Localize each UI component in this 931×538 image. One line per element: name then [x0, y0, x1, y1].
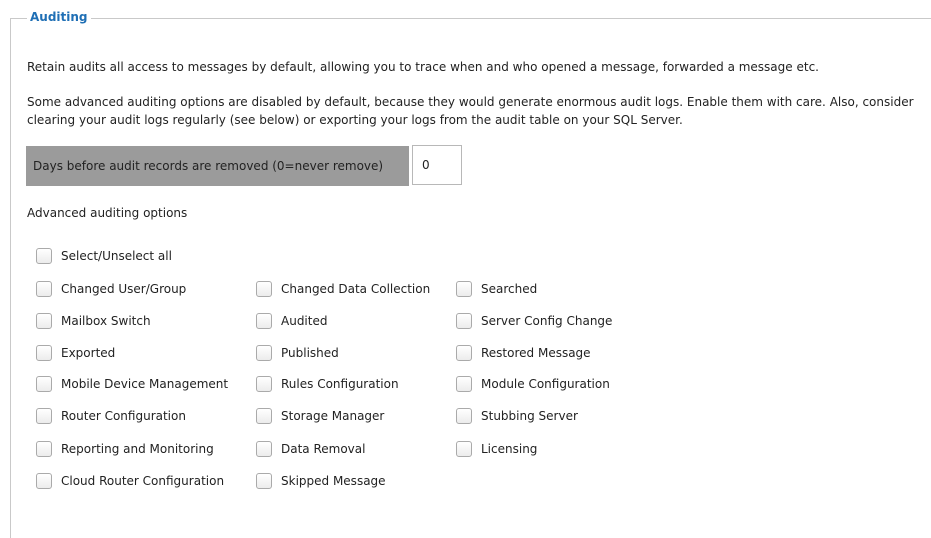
checkbox-label: Server Config Change — [481, 314, 613, 328]
checkbox-box[interactable] — [256, 281, 272, 297]
checkbox-label: Rules Configuration — [281, 377, 399, 391]
option-cloud-router-configuration[interactable]: Cloud Router Configuration — [36, 471, 224, 491]
checkbox-label: Licensing — [481, 442, 538, 456]
option-exported[interactable]: Exported — [36, 343, 115, 363]
checkbox-box[interactable] — [36, 376, 52, 392]
checkbox-label: Reporting and Monitoring — [61, 442, 214, 456]
checkbox-box[interactable] — [36, 408, 52, 424]
option-stubbing-server[interactable]: Stubbing Server — [456, 406, 578, 426]
retention-days-input[interactable] — [412, 145, 462, 185]
checkbox-box[interactable] — [456, 281, 472, 297]
checkbox-label: Router Configuration — [61, 409, 186, 423]
option-storage-manager[interactable]: Storage Manager — [256, 406, 384, 426]
checkbox-box[interactable] — [256, 313, 272, 329]
option-skipped-message[interactable]: Skipped Message — [256, 471, 386, 491]
option-data-removal[interactable]: Data Removal — [256, 439, 365, 459]
option-rules-configuration[interactable]: Rules Configuration — [256, 374, 399, 394]
option-mobile-device-management[interactable]: Mobile Device Management — [36, 374, 228, 394]
option-module-configuration[interactable]: Module Configuration — [456, 374, 610, 394]
option-licensing[interactable]: Licensing — [456, 439, 537, 459]
checkbox-label: Cloud Router Configuration — [61, 474, 225, 488]
checkbox-label: Restored Message — [481, 346, 591, 360]
option-router-configuration[interactable]: Router Configuration — [36, 406, 186, 426]
advanced-description: Some advanced auditing options are disab… — [27, 95, 914, 127]
retain-description: Retain audits all access to messages by … — [27, 60, 819, 74]
option-searched[interactable]: Searched — [456, 279, 537, 299]
checkbox-box[interactable] — [36, 441, 52, 457]
option-changed-data-collection[interactable]: Changed Data Collection — [256, 279, 430, 299]
checkbox-label: Published — [281, 346, 339, 360]
section-legend: Auditing — [27, 10, 91, 24]
checkbox-label: Mailbox Switch — [61, 314, 151, 328]
checkbox-label: Mobile Device Management — [61, 377, 229, 391]
checkbox-label: Module Configuration — [481, 377, 610, 391]
checkbox-label: Storage Manager — [281, 409, 385, 423]
option-mailbox-switch[interactable]: Mailbox Switch — [36, 311, 151, 331]
checkbox-box[interactable] — [456, 313, 472, 329]
checkbox-box[interactable] — [456, 376, 472, 392]
checkbox-box[interactable] — [256, 441, 272, 457]
checkbox-box[interactable] — [36, 313, 52, 329]
checkbox-label: Exported — [61, 346, 116, 360]
option-restored-message[interactable]: Restored Message — [456, 343, 591, 363]
checkbox-label: Audited — [281, 314, 328, 328]
checkbox-box[interactable] — [36, 248, 52, 264]
checkbox-label: Changed Data Collection — [281, 282, 431, 296]
advanced-options-title: Advanced auditing options — [27, 206, 188, 220]
option-changed-user-group[interactable]: Changed User/Group — [36, 279, 186, 299]
checkbox-box[interactable] — [256, 408, 272, 424]
option-reporting-and-monitoring[interactable]: Reporting and Monitoring — [36, 439, 214, 459]
checkbox-box[interactable] — [256, 376, 272, 392]
checkbox-box[interactable] — [256, 473, 272, 489]
checkbox-box[interactable] — [256, 345, 272, 361]
checkbox-label: Changed User/Group — [61, 282, 187, 296]
checkbox-box[interactable] — [36, 281, 52, 297]
checkbox-box[interactable] — [456, 408, 472, 424]
checkbox-label: Stubbing Server — [481, 409, 578, 423]
checkbox-box[interactable] — [456, 441, 472, 457]
option-server-config-change[interactable]: Server Config Change — [456, 311, 612, 331]
checkbox-label: Select/Unselect all — [61, 249, 172, 263]
select-all-checkbox[interactable]: Select/Unselect all — [36, 246, 172, 266]
checkbox-label: Skipped Message — [281, 474, 386, 488]
checkbox-label: Data Removal — [281, 442, 366, 456]
checkbox-box[interactable] — [36, 345, 52, 361]
retention-days-label: Days before audit records are removed (0… — [26, 146, 409, 186]
option-audited[interactable]: Audited — [256, 311, 327, 331]
checkbox-label: Searched — [481, 282, 538, 296]
checkbox-box[interactable] — [36, 473, 52, 489]
option-published[interactable]: Published — [256, 343, 339, 363]
checkbox-box[interactable] — [456, 345, 472, 361]
